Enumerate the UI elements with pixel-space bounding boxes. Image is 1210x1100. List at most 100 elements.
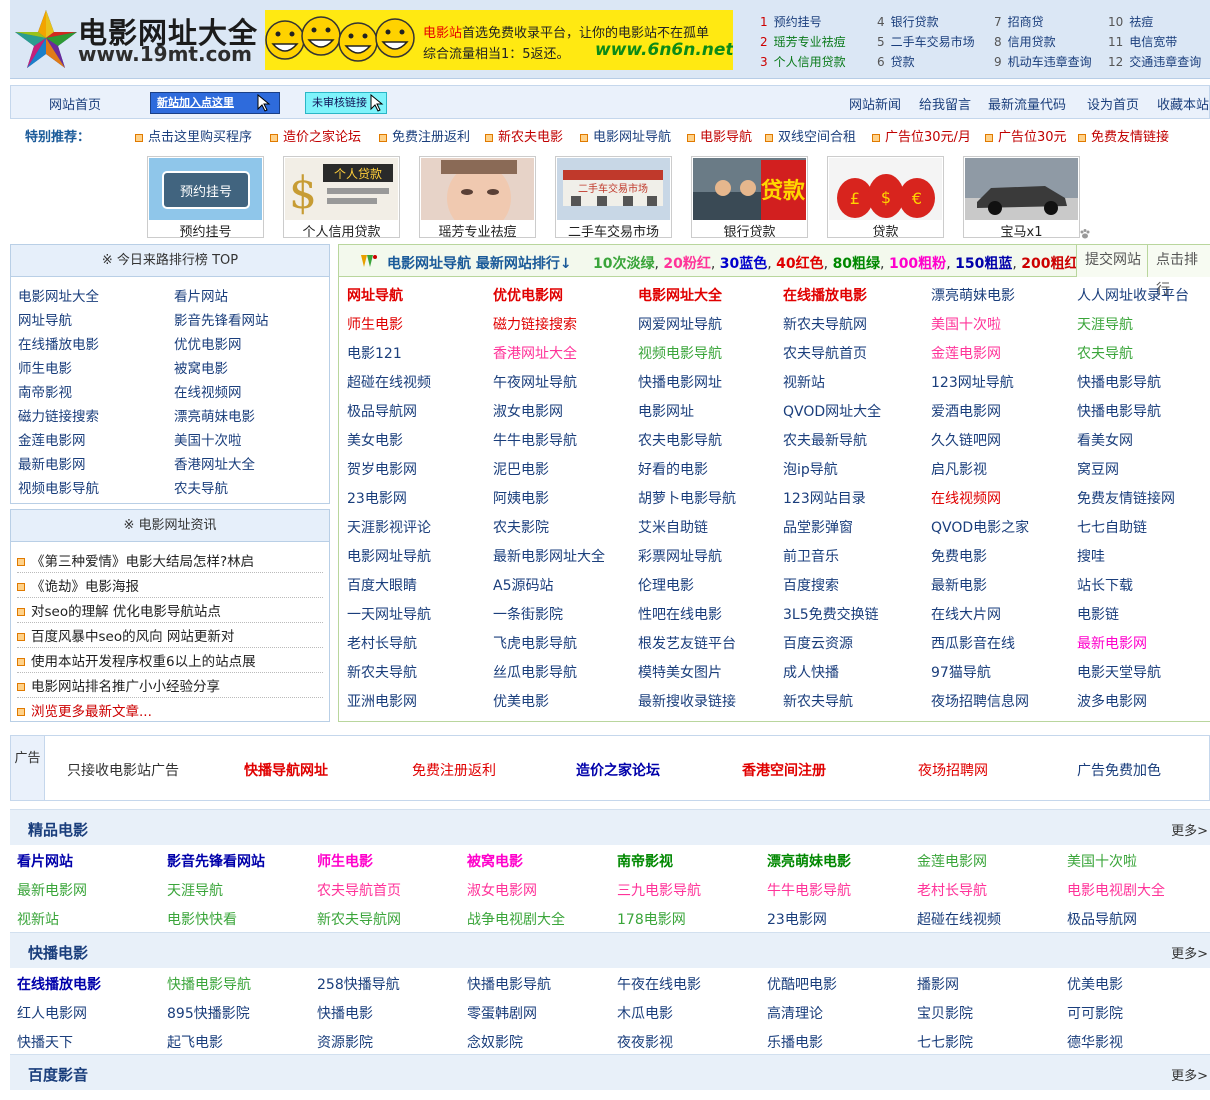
site-link[interactable]: 新农夫导航 — [783, 691, 853, 711]
category-link[interactable]: 895快播影院 — [167, 1003, 250, 1023]
category-link[interactable]: 念奴影院 — [467, 1032, 523, 1052]
site-link[interactable]: 波多电影网 — [1077, 691, 1147, 711]
category-link[interactable]: 可可影院 — [1067, 1003, 1123, 1023]
ad-link[interactable]: 香港空间注册 — [742, 760, 826, 780]
site-link[interactable]: 淑女电影网 — [493, 401, 563, 421]
rank-item[interactable]: 美国十次啦 — [174, 429, 242, 449]
category-link[interactable]: 农夫导航首页 — [317, 880, 401, 900]
thumb-card[interactable]: 预约挂号 预约挂号 — [147, 156, 264, 240]
tab-submit-site[interactable]: 提交网站 — [1076, 245, 1149, 277]
tab-click-rank[interactable]: 点击排行 — [1147, 245, 1210, 298]
site-link[interactable]: 老村长导航 — [347, 633, 417, 653]
site-link[interactable]: 百度搜索 — [783, 575, 839, 595]
rank-item[interactable]: 南帝影视 — [18, 381, 72, 401]
category-link[interactable]: 七七影院 — [917, 1032, 973, 1052]
special-link[interactable]: 新农夫电影 — [485, 126, 563, 145]
site-link[interactable]: 电影链 — [1077, 604, 1119, 624]
news-item[interactable]: 百度风暴中seo的风向 网站更新对 — [17, 625, 323, 648]
ad-link[interactable]: 广告免费加色 — [1077, 760, 1161, 780]
rank-item[interactable]: 优优电影网 — [174, 333, 242, 353]
site-link[interactable]: 站长下载 — [1077, 575, 1133, 595]
site-link[interactable]: 网爱网址导航 — [638, 314, 722, 334]
top-link[interactable]: 11 电信宽带 — [1108, 33, 1177, 50]
site-link[interactable]: 最新电影网址大全 — [493, 546, 605, 566]
category-link[interactable]: 战争电视剧大全 — [467, 909, 565, 929]
site-link[interactable]: 在线播放电影 — [783, 285, 867, 305]
top-link[interactable]: 3 个人信用贷款 — [760, 53, 846, 70]
rank-item[interactable]: 师生电影 — [18, 357, 72, 377]
site-link[interactable]: 性吧在线电影 — [638, 604, 722, 624]
site-link[interactable]: 电影121 — [347, 343, 402, 363]
site-link[interactable]: 农夫导航 — [1077, 343, 1133, 363]
rank-item[interactable]: 农夫导航 — [174, 477, 228, 497]
news-item[interactable]: 对seo的理解 优化电影导航站点 — [17, 600, 323, 623]
site-link[interactable]: 3L5免费交换链 — [783, 604, 879, 624]
site-link[interactable]: 人人网址收录平台 — [1077, 285, 1189, 305]
nav-message-link[interactable]: 给我留言 — [919, 94, 971, 113]
rank-item[interactable]: 香港网址大全 — [174, 453, 255, 473]
site-link[interactable]: 23电影网 — [347, 488, 407, 508]
category-link[interactable]: 德华影视 — [1067, 1032, 1123, 1052]
add-site-button[interactable]: 新站加入点这里 — [150, 92, 280, 114]
rank-item[interactable]: 磁力链接搜索 — [18, 405, 99, 425]
category-link[interactable]: 漂亮萌妹电影 — [767, 851, 851, 871]
thumb-card[interactable]: 宝马x1 — [963, 156, 1080, 240]
site-link[interactable]: 美国十次啦 — [931, 314, 1001, 334]
site-link[interactable]: 午夜网址导航 — [493, 372, 577, 392]
special-link[interactable]: 点击这里购买程序 — [135, 126, 252, 145]
rank-item[interactable]: 网址导航 — [18, 309, 72, 329]
category-link[interactable]: 快播天下 — [17, 1032, 73, 1052]
site-link[interactable]: QVOD电影之家 — [931, 517, 1029, 537]
site-link[interactable]: 免费友情链接网 — [1077, 488, 1175, 508]
more-link[interactable]: 更多> — [1171, 943, 1208, 962]
category-link[interactable]: 电影电视剧大全 — [1067, 880, 1165, 900]
site-link[interactable]: 快播电影网址 — [638, 372, 722, 392]
site-link[interactable]: 爱酒电影网 — [931, 401, 1001, 421]
rank-item[interactable]: 最新电影网 — [18, 453, 86, 473]
category-link[interactable]: 红人电影网 — [17, 1003, 87, 1023]
site-link[interactable]: 最新电影 — [931, 575, 987, 595]
ad-link[interactable]: 只接收电影站广告 — [67, 760, 179, 780]
site-link[interactable]: 亚洲电影网 — [347, 691, 417, 711]
special-link[interactable]: 广告位30元 — [985, 126, 1067, 145]
category-link[interactable]: 被窝电影 — [467, 851, 523, 871]
banner-ad[interactable]: 电影站首选免费收录平台，让你的电影站不在孤单 综合流量相当1：5返还。 www.… — [265, 10, 733, 70]
nav-set-home-link[interactable]: 设为首页 — [1087, 94, 1139, 113]
site-link[interactable]: 在线大片网 — [931, 604, 1001, 624]
site-link[interactable]: 最新电影网 — [1077, 633, 1147, 653]
category-link[interactable]: 超碰在线视频 — [917, 909, 1001, 929]
site-link[interactable]: 97猫导航 — [931, 662, 991, 682]
news-more-link[interactable]: 浏览更多最新文章... — [17, 700, 323, 722]
ad-link[interactable]: 快播导航网址 — [244, 760, 328, 780]
rank-item[interactable]: 影音先锋看网站 — [174, 309, 269, 329]
site-link[interactable]: 牛牛电影导航 — [493, 430, 577, 450]
category-link[interactable]: 高清理论 — [767, 1003, 823, 1023]
site-link[interactable]: 网址导航 — [347, 285, 403, 305]
category-link[interactable]: 宝贝影院 — [917, 1003, 973, 1023]
site-link[interactable]: 模特美女图片 — [638, 662, 722, 682]
site-link[interactable]: 农夫最新导航 — [783, 430, 867, 450]
category-link[interactable]: 牛牛电影导航 — [767, 880, 851, 900]
category-link[interactable]: 师生电影 — [317, 851, 373, 871]
site-link[interactable]: 香港网址大全 — [493, 343, 577, 363]
thumb-card[interactable]: £ $ € 贷款 — [827, 156, 944, 240]
site-link[interactable]: 百度大眼睛 — [347, 575, 417, 595]
site-link[interactable]: 百度云资源 — [783, 633, 853, 653]
site-link[interactable]: 123网站目录 — [783, 488, 866, 508]
site-link[interactable]: 久久链吧网 — [931, 430, 1001, 450]
category-link[interactable]: 快播电影导航 — [467, 974, 551, 994]
site-link[interactable]: 电影网址大全 — [638, 285, 722, 305]
category-link[interactable]: 起飞电影 — [167, 1032, 223, 1052]
news-item[interactable]: 《诡劫》电影海报 — [17, 575, 323, 598]
site-link[interactable]: 飞虎电影导航 — [493, 633, 577, 653]
category-link[interactable]: 美国十次啦 — [1067, 851, 1137, 871]
top-link[interactable]: 8 信用贷款 — [994, 33, 1056, 50]
nav-home-link[interactable]: 网站首页 — [49, 94, 101, 113]
site-link[interactable]: 美女电影 — [347, 430, 403, 450]
category-link[interactable]: 电影快快看 — [167, 909, 237, 929]
rank-item[interactable]: 被窝电影 — [174, 357, 228, 377]
site-link[interactable]: 123网址导航 — [931, 372, 1014, 392]
rank-item[interactable]: 看片网站 — [174, 285, 228, 305]
special-link[interactable]: 双线空间合租 — [765, 126, 856, 145]
news-item[interactable]: 《第三种爱情》电影大结局怎样?林启 — [17, 550, 323, 573]
